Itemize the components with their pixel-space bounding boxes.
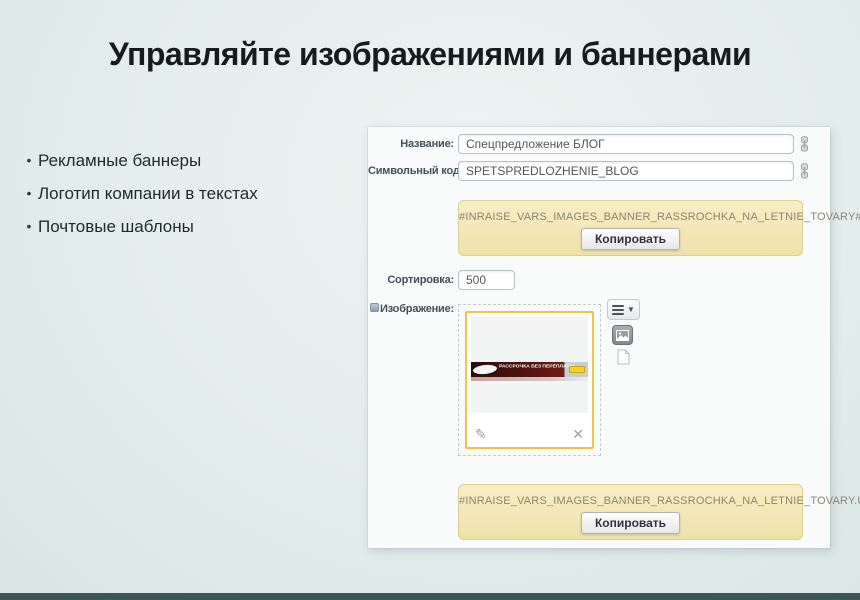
page-title: Управляйте изображениями и баннерами: [0, 36, 860, 73]
footer-accent-bar: [0, 593, 860, 600]
delete-x-icon[interactable]: ✕: [572, 427, 584, 441]
edit-pencil-icon[interactable]: ✎: [475, 427, 487, 441]
image-field-label: Изображение:: [368, 303, 454, 315]
banner-subtext-line: [471, 377, 588, 381]
copy-button[interactable]: Копировать: [581, 228, 680, 250]
list-item: • Почтовые шаблоны: [20, 216, 258, 237]
macro-code-text: #INRAISE_VARS_IMAGES_BANNER_RASSROCHKA_N…: [459, 211, 802, 223]
bullet-icon: •: [20, 183, 38, 204]
banner-text: РАССРОЧКА БЕЗ ПЕРЕПЛАТЫ: [499, 363, 580, 369]
banner-cta-button: [569, 366, 585, 373]
macro-code-text: #INRAISE_VARS_IMAGES_BANNER_RASSROCHKA_N…: [459, 495, 802, 507]
sort-field-label: Сортировка:: [368, 274, 454, 286]
macro-code-box-top: #INRAISE_VARS_IMAGES_BANNER_RASSROCHKA_N…: [458, 200, 803, 256]
list-item: • Рекламные баннеры: [20, 150, 258, 171]
translit-chain-icon[interactable]: [800, 163, 809, 179]
banner-thumbnail: РАССРОЧКА БЕЗ ПЕРЕПЛАТЫ: [471, 362, 588, 377]
macro-code-box-bottom: #INRAISE_VARS_IMAGES_BANNER_RASSROCHKA_N…: [458, 484, 803, 540]
image-thumbnail-frame[interactable]: РАССРОЧКА БЕЗ ПЕРЕПЛАТЫ ✎ ✕: [465, 311, 594, 449]
list-item-label: Почтовые шаблоны: [38, 216, 194, 237]
translit-chain-icon[interactable]: [800, 136, 809, 152]
image-icon: [616, 330, 629, 341]
feature-list: • Рекламные баннеры • Логотип компании в…: [20, 150, 258, 249]
list-item-label: Логотип компании в текстах: [38, 183, 258, 204]
name-input[interactable]: [458, 134, 794, 154]
image-preview: РАССРОЧКА БЕЗ ПЕРЕПЛАТЫ: [471, 317, 588, 413]
name-field-label: Название:: [368, 138, 454, 150]
edit-form-panel: Название: Символьный код: #INRAISE_VARS_…: [368, 127, 830, 548]
sort-input[interactable]: [458, 270, 515, 290]
list-item-label: Рекламные баннеры: [38, 150, 201, 171]
chevron-down-icon: ▼: [627, 305, 635, 314]
copy-button[interactable]: Копировать: [581, 512, 680, 534]
hamburger-menu-icon: [612, 303, 624, 317]
code-field-label: Символьный код:: [368, 165, 454, 177]
image-menu-dropdown-button[interactable]: ▼: [607, 299, 640, 320]
symbolic-code-input[interactable]: [458, 161, 794, 181]
bullet-icon: •: [20, 216, 38, 237]
document-icon[interactable]: [617, 349, 630, 365]
banner-product-image: [473, 364, 498, 375]
image-dropzone[interactable]: РАССРОЧКА БЕЗ ПЕРЕПЛАТЫ ✎ ✕: [458, 304, 601, 456]
image-upload-button[interactable]: [612, 325, 633, 345]
bullet-icon: •: [20, 150, 38, 171]
list-item: • Логотип компании в текстах: [20, 183, 258, 204]
